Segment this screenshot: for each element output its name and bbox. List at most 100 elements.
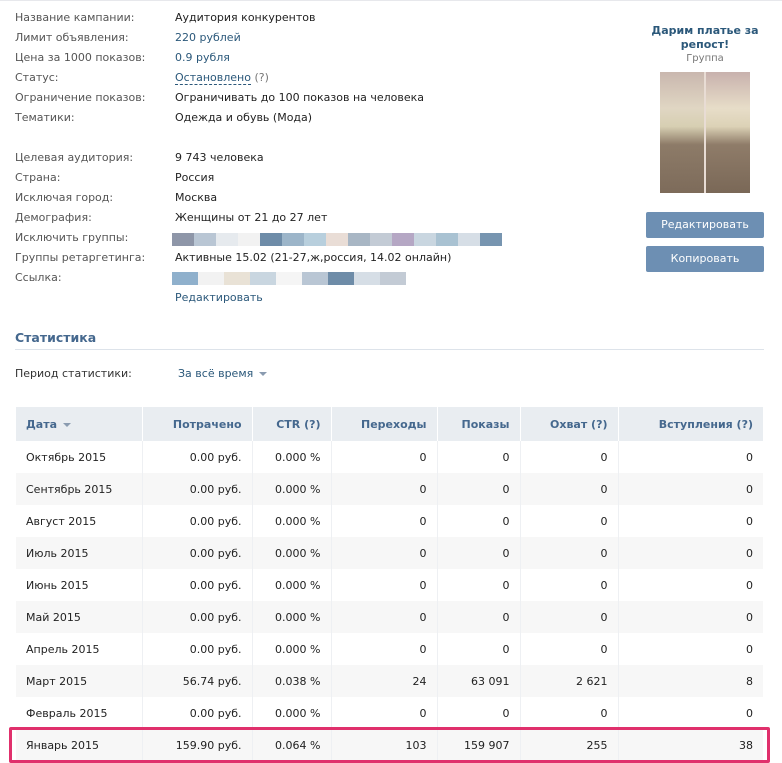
info-label: Исключая город: [15,191,114,204]
table-cell: 0 [437,473,521,505]
table-cell: 0 [437,697,521,729]
table-row: Январь 2015 159.90 руб. 0.064 % 103 159 907 2… [16,729,763,761]
column-header-ctr[interactable]: CTR (?) [252,407,332,441]
table-cell: 0.000 % [252,473,332,505]
blurred-swatch [414,233,436,246]
blurred-swatch [380,272,406,285]
table-cell: 0 [331,505,438,537]
ad-image[interactable] [660,72,750,193]
info-label: Лимит объявления: [15,31,129,44]
period-dropdown[interactable]: За всё время [178,367,268,380]
info-label: Исключить группы: [15,231,129,244]
ad-title[interactable]: Дарим платье за репост! [646,24,764,52]
blurred-swatch [354,272,380,285]
status-dropdown[interactable]: Остановлено [175,71,251,85]
table-cell: 0 [618,537,763,569]
blurred-swatch [224,272,250,285]
status-help-icon[interactable]: (?) [254,71,268,84]
table-cell: 38 [618,729,763,761]
table-cell: 0 [331,633,438,665]
info-label: Ограничение показов: [15,91,146,104]
table-cell: 0 [437,505,521,537]
audience-value: 9 743 человека [175,151,264,164]
table-cell: 159.90 руб. [142,729,253,761]
info-row-link: Ссылка: [15,270,615,286]
table-cell: 0 [746,514,753,528]
table-cell: 0 [520,441,619,473]
table-cell: 0.00 руб. [142,473,253,505]
ad-limit-link[interactable]: 220 рублей [175,30,241,46]
table-cell: 0.00 руб. [142,601,253,633]
blurred-swatch [436,233,458,246]
table-cell: Июль 2015 [16,537,143,569]
blurred-swatch [198,272,224,285]
column-header-impressions[interactable]: Показы [437,407,521,441]
blurred-swatch [172,272,198,285]
column-header-joins[interactable]: Вступления (?) [618,407,763,441]
column-header-clicks[interactable]: Переходы [331,407,438,441]
table-cell: 0.000 % [252,633,332,665]
sort-desc-icon [63,422,72,427]
table-cell: 0.00 руб. [142,441,253,473]
column-header-reach[interactable]: Охват (?) [520,407,619,441]
retargeting-value: Активные 15.02 (21-27,ж,россия, 14.02 он… [175,251,452,264]
table-cell: 0 [520,633,619,665]
info-label: Целевая аудитория: [15,151,134,164]
info-label: Цена за 1000 показов: [15,51,146,64]
chevron-down-icon [259,372,268,376]
ad-photo-left [660,72,704,193]
blurred-swatch [392,233,414,246]
table-cell: 0 [520,601,619,633]
topics-value: Одежда и обувь (Мода) [175,111,313,124]
table-cell: Сентябрь 2015 [16,473,143,505]
cpm-link[interactable]: 0.9 рубля [175,50,230,66]
status-value: Остановлено (?) [175,70,269,86]
ad-preview: Дарим платье за репост! Группа [646,24,764,193]
table-row: Апрель 2015 0.00 руб. 0.000 % 0 0 0 0 [16,633,763,665]
table-cell: 24 [331,665,438,697]
info-label: Статус: [15,71,59,84]
campaign-name-value: Аудитория конкурентов [175,11,316,24]
table-cell: 0 [331,697,438,729]
copy-ad-button[interactable]: Копировать [646,246,764,272]
table-cell: 0 [331,537,438,569]
table-row: Июнь 2015 0.00 руб. 0.000 % 0 0 0 0 [16,569,763,601]
table-row: Июль 2015 0.00 руб. 0.000 % 0 0 0 0 [16,537,763,569]
table-cell: 0.000 % [252,697,332,729]
blurred-swatch [282,233,304,246]
info-label: Ссылка: [15,271,62,284]
table-cell: 0.00 руб. [142,697,253,729]
blurred-swatch [250,272,276,285]
blurred-swatch [328,272,354,285]
blurred-swatch [276,272,302,285]
blurred-swatch [458,233,480,246]
impression-limit-value: Ограничивать до 100 показов на человека [175,91,425,104]
table-cell: 0 [331,569,438,601]
table-cell: Март 2015 [16,665,143,697]
blurred-swatch [194,233,216,246]
table-row: Март 2015 56.74 руб. 0.038 % 24 63 091 2 621 8 [16,665,763,697]
edit-ad-button[interactable]: Редактировать [646,212,764,238]
info-label: Название кампании: [15,11,135,24]
table-cell: 159 907 [437,729,521,761]
table-cell: 0 [331,473,438,505]
top-divider [0,0,782,1]
column-header-date[interactable]: Дата [16,407,143,441]
table-cell: 0.00 руб. [142,537,253,569]
table-cell: 0 [520,473,619,505]
table-cell: 0 [746,450,753,464]
blurred-swatch [216,233,238,246]
table-cell: 0 [618,473,763,505]
table-cell: 0.00 руб. [142,505,253,537]
table-cell: 0 [437,537,521,569]
table-cell: Апрель 2015 [16,633,143,665]
blurred-swatch [326,233,348,246]
column-header-spent[interactable]: Потрачено [142,407,253,441]
table-row: Август 2015 0.00 руб. 0.000 % 0 0 0 0 [16,505,763,537]
ad-campaign-page: Название кампании: Аудитория конкурентов… [0,0,782,763]
table-cell: 0 [437,633,521,665]
table-cell: 0 [437,601,521,633]
table-cell: 56.74 руб. [142,665,253,697]
edit-campaign-link[interactable]: Редактировать [175,290,263,306]
table-cell: 103 [331,729,438,761]
